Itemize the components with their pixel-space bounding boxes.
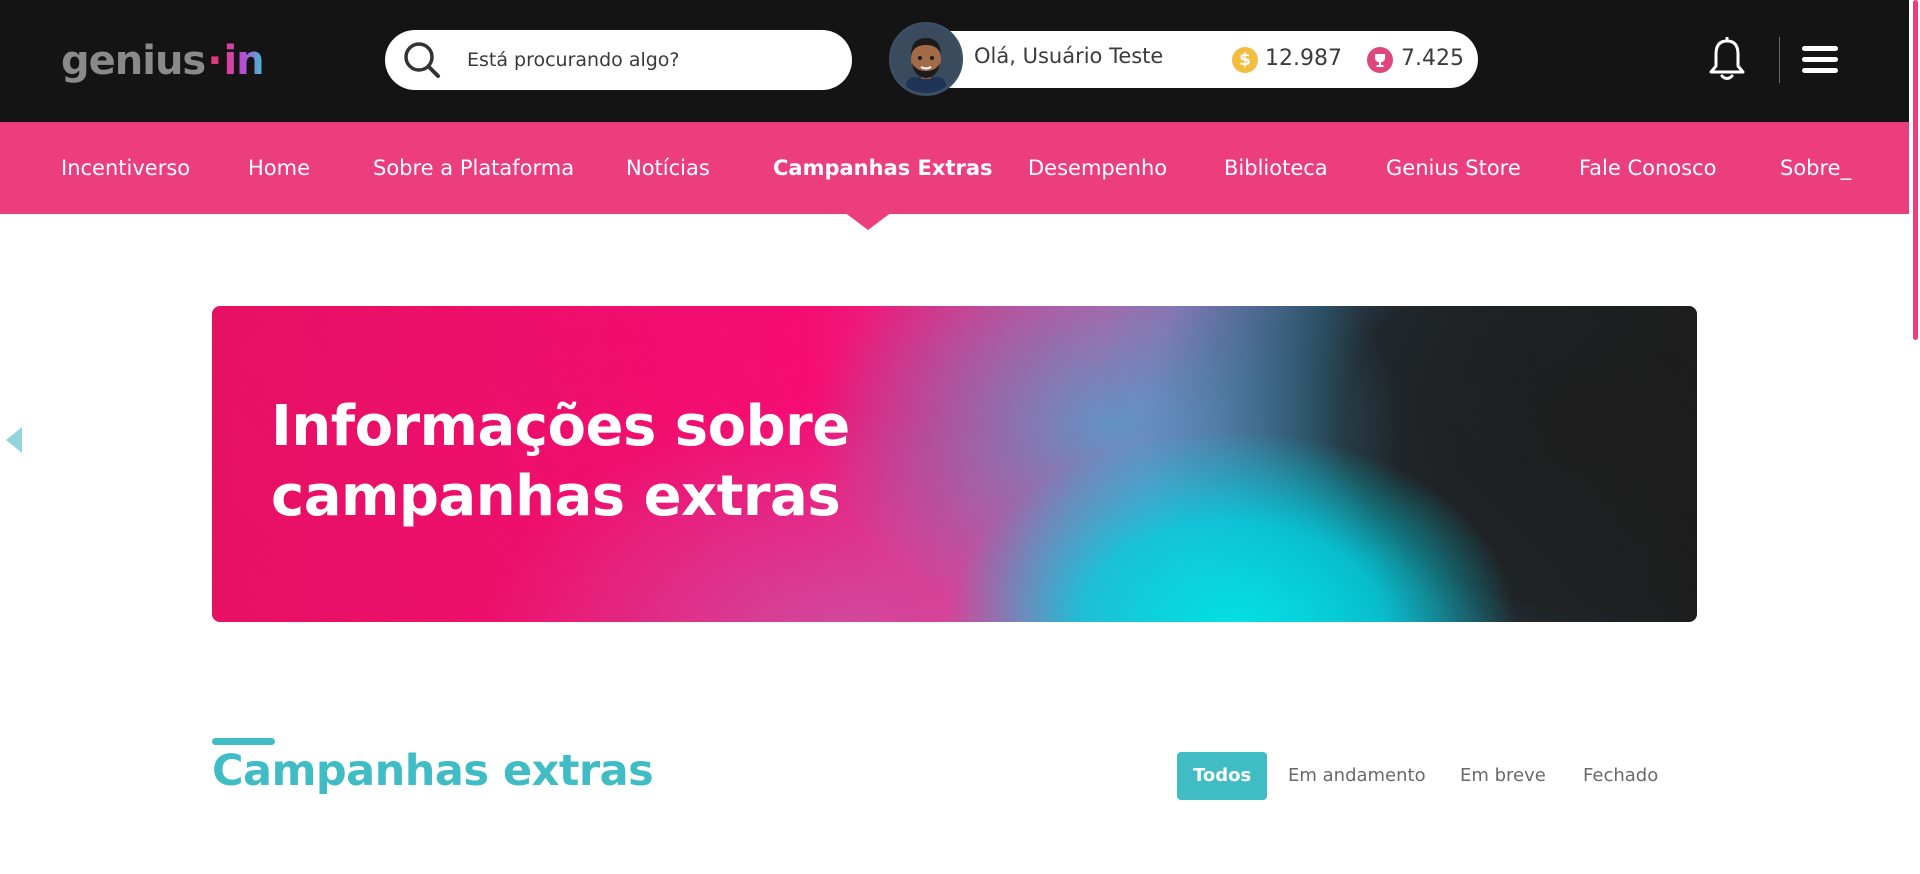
nav-item-fale-conosco[interactable]: Fale Conosco: [1579, 122, 1716, 214]
coin-icon: $: [1232, 47, 1258, 73]
search-bar[interactable]: [385, 30, 852, 90]
filter-tab-em-andamento[interactable]: Em andamento: [1288, 752, 1426, 800]
main-nav: Incentiverso Home Sobre a Plataforma Notíci…: [0, 122, 1909, 214]
section-title-accent: [212, 738, 275, 745]
filter-tab-em-breve[interactable]: Em breve: [1460, 752, 1546, 800]
top-header: genius·in Olá, Usuário Teste $ 12.987: [0, 0, 1909, 122]
previous-arrow-icon[interactable]: [6, 427, 22, 453]
coin-balance: 12.987: [1265, 46, 1342, 71]
hero-banner: Informações sobre campanhas extras: [212, 306, 1697, 622]
search-input[interactable]: [465, 48, 825, 72]
logo-dot: ·: [207, 38, 222, 84]
nav-item-sobre-a-plataforma[interactable]: Sobre a Plataforma: [373, 122, 574, 214]
trophy-icon: [1367, 47, 1393, 73]
nav-item-campanhas-extras[interactable]: Campanhas Extras: [773, 122, 993, 214]
section-title: Campanhas extras: [212, 746, 654, 796]
search-icon[interactable]: [399, 37, 445, 83]
genius-in-logo[interactable]: genius · in: [61, 38, 265, 84]
filter-tab-todos[interactable]: Todos: [1177, 752, 1268, 800]
banner-title: Informações sobre campanhas extras: [271, 394, 850, 529]
nav-item-sobre[interactable]: Sobre_: [1780, 122, 1851, 214]
scrollbar-thumb[interactable]: [1913, 0, 1918, 340]
nav-item-biblioteca[interactable]: Biblioteca: [1224, 122, 1328, 214]
hamburger-menu-icon[interactable]: [1802, 46, 1838, 74]
logo-in: in: [223, 38, 264, 84]
user-greeting: Olá, Usuário Teste: [974, 44, 1164, 68]
nav-item-genius-store[interactable]: Genius Store: [1386, 122, 1521, 214]
nav-item-desempenho[interactable]: Desempenho: [1028, 122, 1167, 214]
notification-bell-icon[interactable]: [1707, 36, 1747, 83]
filter-tab-fechado[interactable]: Fechado: [1583, 752, 1658, 800]
header-divider: [1779, 37, 1780, 83]
active-nav-caret: [844, 212, 892, 230]
trophy-balance: 7.425: [1401, 46, 1464, 71]
nav-item-not-cias[interactable]: Notícias: [626, 122, 710, 214]
nav-item-incentiverso[interactable]: Incentiverso: [61, 122, 190, 214]
logo-text: genius: [61, 38, 206, 84]
nav-list: Incentiverso Home Sobre a Plataforma Notíci…: [0, 122, 1909, 214]
nav-item-home[interactable]: Home: [248, 122, 310, 214]
avatar[interactable]: [889, 22, 963, 96]
